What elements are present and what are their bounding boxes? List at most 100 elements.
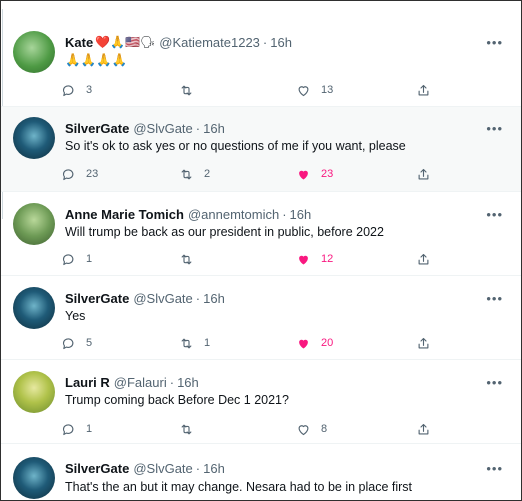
tweet-actions: 5 1 20 xyxy=(61,333,451,353)
avatar[interactable] xyxy=(13,287,55,329)
tweet[interactable]: Anne Marie Tomich @annemtomich · 16h •••… xyxy=(1,192,521,276)
retweet-count: 1 xyxy=(204,337,211,349)
tweet-actions: 1 12 xyxy=(61,249,451,269)
retweet-icon xyxy=(181,169,192,179)
retweet-button[interactable] xyxy=(179,249,204,269)
author-name[interactable]: Lauri R xyxy=(65,375,110,390)
more-options-icon[interactable]: ••• xyxy=(486,121,503,136)
author-handle[interactable]: @Katiemate1223 xyxy=(159,35,260,50)
tweet[interactable]: SilverGate @SlvGate · 16h ••• So it's ok… xyxy=(1,107,521,192)
share-button[interactable] xyxy=(416,80,431,100)
timestamp[interactable]: 16h xyxy=(177,375,199,390)
like-button[interactable]: 23 xyxy=(296,164,333,184)
separator-dot: · xyxy=(262,34,268,50)
tweet-text: 🙏🙏🙏🙏 xyxy=(65,53,128,67)
retweet-button[interactable] xyxy=(179,80,204,100)
author-name[interactable]: SilverGate xyxy=(65,121,129,136)
like-button[interactable]: 8 xyxy=(296,419,327,439)
author-handle[interactable]: @annemtomich xyxy=(188,207,279,222)
like-button[interactable]: 13 xyxy=(296,80,333,100)
author-name[interactable]: Kate xyxy=(65,35,93,50)
retweet-icon xyxy=(181,85,192,95)
tweet-actions: 23 2 23 xyxy=(61,164,451,184)
like-count: 8 xyxy=(321,423,328,435)
heart-outline-icon xyxy=(298,85,309,96)
share-button[interactable] xyxy=(416,164,431,184)
more-options-icon[interactable]: ••• xyxy=(486,461,503,476)
like-count: 20 xyxy=(321,337,334,349)
heart-filled-icon xyxy=(299,255,308,264)
reply-count: 5 xyxy=(86,337,93,349)
timestamp[interactable]: 16h xyxy=(290,207,312,222)
share-button[interactable] xyxy=(416,333,431,353)
avatar[interactable] xyxy=(13,31,55,73)
reply-icon xyxy=(62,84,74,96)
name-emojis: ❤️🙏🇺🇸🗣 xyxy=(95,35,156,49)
timestamp[interactable]: 16h xyxy=(270,35,292,50)
timestamp[interactable]: 16h xyxy=(203,121,225,136)
heart-filled-icon xyxy=(299,339,308,348)
tweet-text: Will trump be back as our president in p… xyxy=(65,225,384,239)
author-name[interactable]: Anne Marie Tomich xyxy=(65,207,184,222)
tweet[interactable]: SilverGate @SlvGate · 16h ••• Yes 5 1 20 xyxy=(1,276,521,360)
reply-button[interactable]: 1 xyxy=(61,249,92,269)
more-options-icon[interactable]: ••• xyxy=(486,291,503,306)
tweet[interactable]: Kate ❤️🙏🇺🇸🗣 @Katiemate1223 · 16h ••• 🙏🙏🙏… xyxy=(1,19,521,107)
more-options-icon[interactable]: ••• xyxy=(486,207,503,222)
author-handle[interactable]: @Falauri xyxy=(114,375,167,390)
author-handle[interactable]: @SlvGate xyxy=(133,291,192,306)
tweet[interactable]: Lauri R @Falauri · 16h ••• Trump coming … xyxy=(1,360,521,444)
retweet-count: 2 xyxy=(204,168,211,180)
share-button[interactable] xyxy=(416,249,431,269)
retweet-icon xyxy=(181,254,192,264)
tweet-actions: 1 8 xyxy=(61,419,451,439)
share-icon xyxy=(418,423,429,434)
more-options-icon[interactable]: ••• xyxy=(486,375,503,390)
separator-dot: · xyxy=(195,460,201,476)
like-button[interactable]: 12 xyxy=(296,249,333,269)
avatar[interactable] xyxy=(13,203,55,245)
reply-count: 1 xyxy=(86,253,93,265)
tweet-text: That's the an but it may change. Nesara … xyxy=(65,480,413,494)
tweet[interactable]: SilverGate @SlvGate · 16h ••• That's the… xyxy=(1,444,521,500)
avatar[interactable] xyxy=(13,457,55,499)
author-name[interactable]: SilverGate xyxy=(65,291,129,306)
avatar[interactable] xyxy=(13,117,55,159)
reply-icon xyxy=(62,168,74,180)
like-button[interactable]: 20 xyxy=(296,333,333,353)
share-icon xyxy=(418,84,429,95)
reply-icon xyxy=(62,337,74,349)
reply-count: 23 xyxy=(86,168,99,180)
share-icon xyxy=(418,337,429,348)
reply-count: 1 xyxy=(86,423,93,435)
retweet-button[interactable] xyxy=(179,419,204,439)
author-handle[interactable]: @SlvGate xyxy=(133,121,192,136)
share-button[interactable] xyxy=(416,419,431,439)
reply-button[interactable]: 3 xyxy=(61,80,92,100)
reply-button[interactable]: 1 xyxy=(61,419,92,439)
tweet-header: SilverGate @SlvGate · 16h xyxy=(65,119,481,137)
reply-icon xyxy=(62,253,74,265)
retweet-button[interactable]: 1 xyxy=(179,333,210,353)
timestamp[interactable]: 16h xyxy=(203,291,225,306)
tweet-header: Anne Marie Tomich @annemtomich · 16h xyxy=(65,205,481,223)
tweet-header: SilverGate @SlvGate · 16h xyxy=(65,459,481,477)
separator-dot: · xyxy=(195,120,201,136)
avatar[interactable] xyxy=(13,371,55,413)
author-name[interactable]: SilverGate xyxy=(65,461,129,476)
heart-filled-icon xyxy=(299,170,308,179)
tweet-header: SilverGate @SlvGate · 16h xyxy=(65,289,481,307)
more-options-icon[interactable]: ••• xyxy=(486,35,503,50)
separator-dot: · xyxy=(169,374,175,390)
like-count: 23 xyxy=(321,168,334,180)
timestamp[interactable]: 16h xyxy=(203,461,225,476)
reply-icon xyxy=(62,423,74,435)
tweet-header: Lauri R @Falauri · 16h xyxy=(65,373,481,391)
retweet-button[interactable]: 2 xyxy=(179,164,210,184)
author-handle[interactable]: @SlvGate xyxy=(133,461,192,476)
tweet-text: Yes xyxy=(65,309,86,323)
reply-button[interactable]: 23 xyxy=(61,164,98,184)
retweet-icon xyxy=(181,424,192,434)
tweet-text: Trump coming back Before Dec 1 2021? xyxy=(65,393,289,407)
reply-button[interactable]: 5 xyxy=(61,333,92,353)
